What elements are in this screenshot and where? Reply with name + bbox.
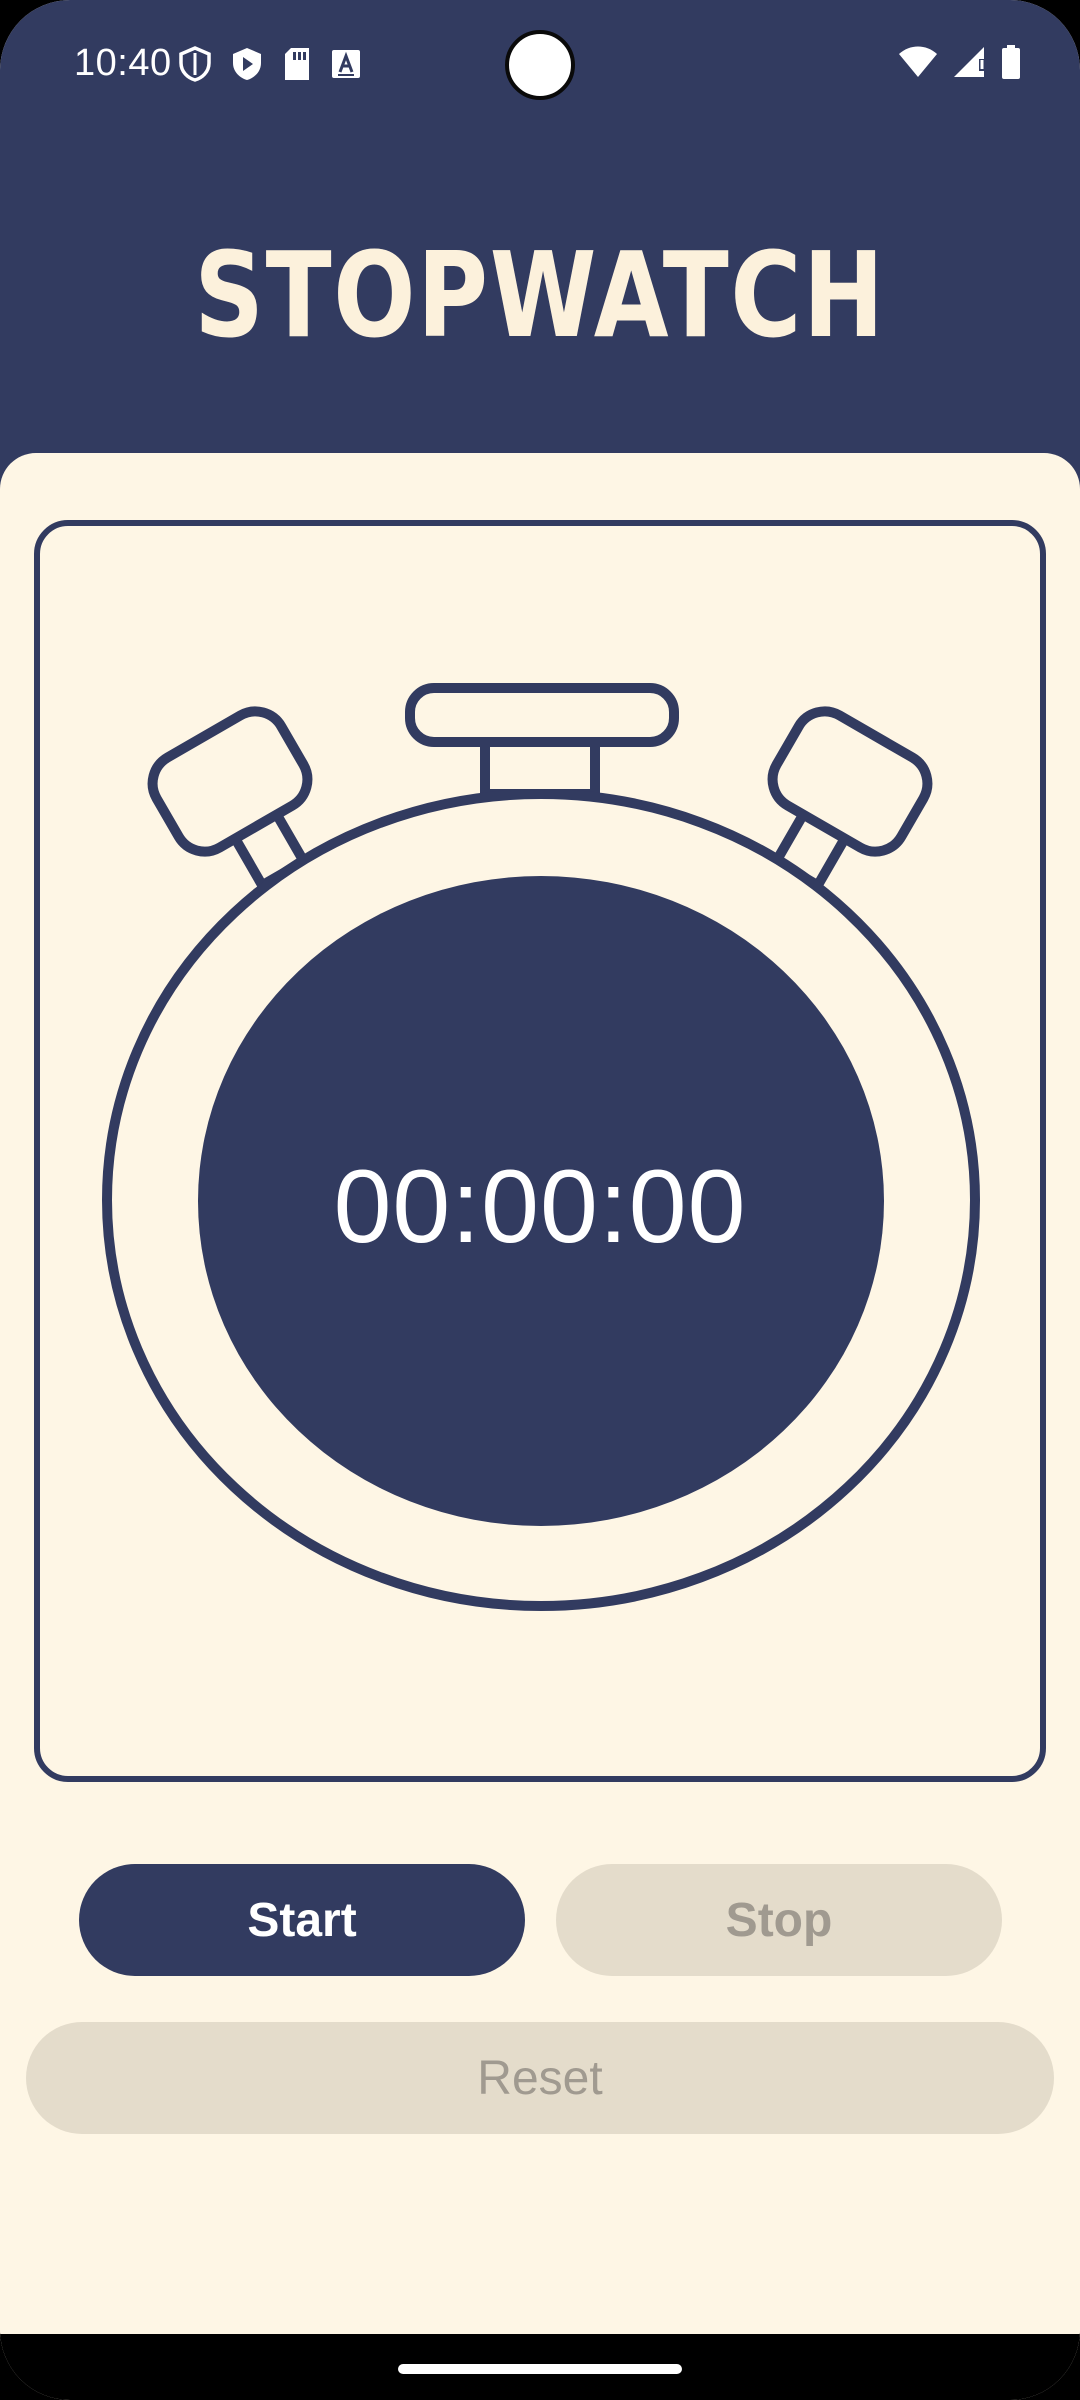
elapsed-time-display: 00:00:00 (333, 1149, 747, 1265)
crown-button-shape (405, 683, 679, 747)
home-gesture-handle[interactable] (398, 2364, 682, 2374)
crown-stem-shape (480, 737, 600, 799)
stopwatch-illustration (102, 683, 980, 1611)
start-button[interactable]: Start (79, 1864, 525, 1976)
navigation-bar (0, 2334, 1080, 2400)
stop-button[interactable]: Stop (556, 1864, 1002, 1976)
app-screen: 10:40 STOPWATCH 00:00:00 Start Stop Rese… (0, 0, 1080, 2400)
reset-button[interactable]: Reset (26, 2022, 1054, 2134)
